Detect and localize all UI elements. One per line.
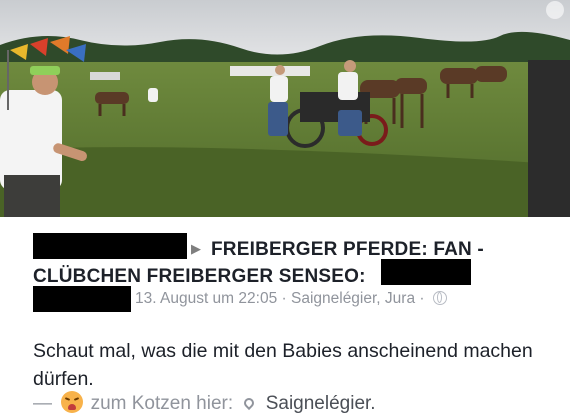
share-arrow-icon: ▶ (191, 241, 202, 256)
post-feeling: — zum Kotzen hier: Saignelégier. (33, 391, 376, 417)
meta-separator-2: · (419, 290, 425, 307)
horse-show-photo (0, 0, 570, 217)
globe-icon[interactable] (432, 291, 447, 305)
post-header: ▶ FREIBERGER PFERDE: FAN - CLÜBCHEN FREIB… (33, 235, 553, 290)
meta-separator: · (281, 290, 287, 307)
nauseated-face-emoji-icon (61, 391, 84, 413)
feeling-location-link[interactable]: Saignelégier. (266, 393, 376, 414)
feeling-text: zum Kotzen hier: (90, 393, 234, 414)
page-name-link[interactable]: FREIBERGER PFERDE: FAN - CLÜBCHEN FREIBE… (33, 239, 484, 287)
post-location[interactable]: Saignelégier, Jura (291, 290, 415, 307)
post-timestamp[interactable]: 13. August um 22:05 (135, 290, 277, 307)
post-meta: 13. August um 22:05 · Saignelégier, Jura… (135, 290, 447, 308)
location-pin-icon (242, 395, 257, 411)
feeling-dash: — (33, 393, 52, 414)
post-message: Schaut mal, was die mit den Babies ansch… (33, 340, 533, 390)
post-photo[interactable] (0, 0, 570, 217)
